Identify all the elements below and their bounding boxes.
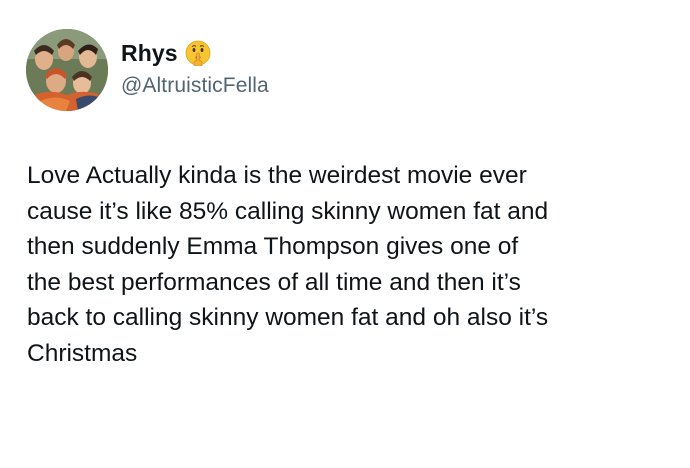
tweet-text: Love Actually kinda is the weirdest movi… [27, 162, 549, 367]
group-photo-avatar-icon [26, 29, 108, 111]
tweet-card: Rhys @AltruisticFella Love Actually kind… [0, 0, 690, 468]
display-name[interactable]: Rhys [121, 40, 178, 67]
author-name-row: Rhys [121, 38, 211, 68]
avatar[interactable] [26, 29, 108, 111]
author-handle[interactable]: @AltruisticFella [121, 74, 269, 98]
shushing-face-emoji-icon [185, 40, 211, 66]
